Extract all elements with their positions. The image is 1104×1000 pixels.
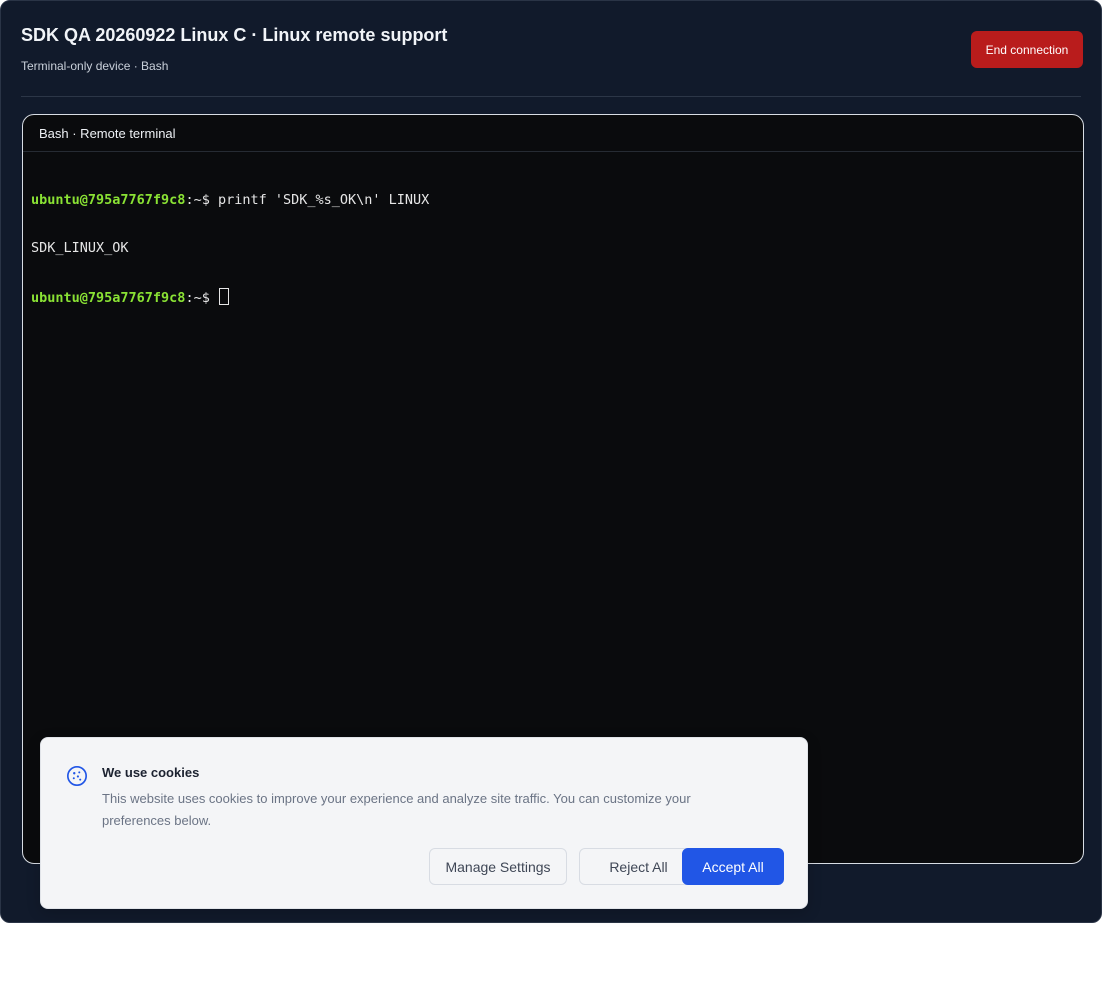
prompt-user: ubuntu@795a7767f9c8 [31, 290, 186, 306]
cookie-title: We use cookies [102, 765, 200, 780]
terminal-line: SDK_LINUX_OK [31, 240, 1075, 256]
prompt-user: ubuntu@795a7767f9c8 [31, 192, 186, 208]
reject-all-button[interactable]: Reject All [579, 848, 698, 885]
terminal-line: ubuntu@795a7767f9c8:~$ printf 'SDK_%s_OK… [31, 192, 1075, 208]
terminal-output-text: SDK_LINUX_OK [31, 240, 129, 256]
terminal-command: printf 'SDK_%s_OK\n' LINUX [217, 192, 430, 208]
page-title: SDK QA 20260922 Linux C · Linux remote s… [21, 25, 448, 45]
terminal-output[interactable]: ubuntu@795a7767f9c8:~$ printf 'SDK_%s_OK… [23, 152, 1083, 344]
cookie-icon [67, 766, 87, 786]
manage-settings-button[interactable]: Manage Settings [429, 848, 567, 885]
end-connection-button[interactable]: End connection [971, 31, 1083, 68]
page-subtitle: Terminal-only device · Bash [21, 59, 169, 73]
terminal-line: ubuntu@795a7767f9c8:~$ [31, 288, 1075, 306]
terminal-cursor [218, 288, 229, 305]
cookie-banner: We use cookies This website uses cookies… [40, 737, 808, 909]
header-divider [21, 96, 1081, 97]
cookie-text: This website uses cookies to improve you… [102, 791, 691, 828]
prompt-path: :~$ [185, 290, 218, 306]
terminal-header: Bash · Remote terminal [23, 115, 1083, 152]
prompt-path: :~$ [185, 192, 218, 208]
accept-all-button[interactable]: Accept All [682, 848, 784, 885]
